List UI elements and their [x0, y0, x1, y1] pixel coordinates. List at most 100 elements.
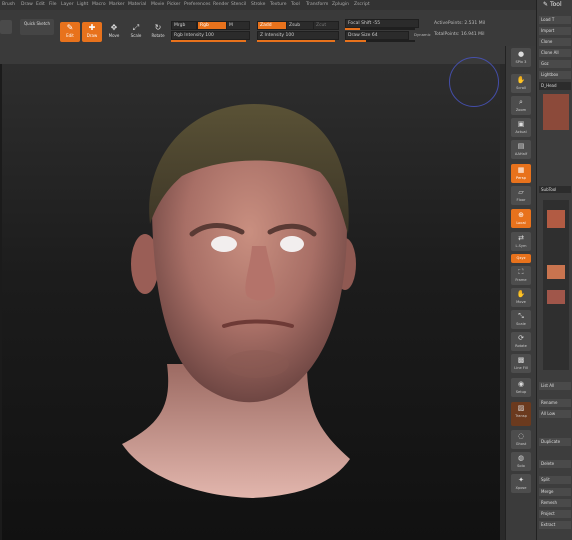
menu-bar: Brush Draw Edit File Layer Light Macro M…	[0, 0, 540, 10]
menu-movie[interactable]: Movie	[151, 2, 164, 7]
actual-button[interactable]: ▣ Actual	[511, 118, 531, 137]
draw-size-slider[interactable]: Draw Size 64	[345, 31, 409, 40]
merge-button[interactable]: Merge	[539, 488, 571, 496]
draw-size-track[interactable]	[345, 40, 415, 42]
quick-sketch-button[interactable]: Quick Sketch	[20, 19, 54, 35]
sculpted-head-model[interactable]	[2, 64, 500, 540]
current-tool-name[interactable]: D_Head	[539, 82, 571, 90]
menu-edit[interactable]: Edit	[36, 2, 45, 7]
solo-button[interactable]: ◍ Solo	[511, 452, 531, 471]
split-button[interactable]: Split	[539, 476, 571, 484]
rotate-icon: ↻	[154, 23, 162, 32]
menu-render[interactable]: Render	[213, 2, 229, 7]
local-button[interactable]: ⊕ Local	[511, 209, 531, 228]
draw-button[interactable]: ✚ Draw	[82, 22, 102, 42]
persp-button[interactable]: ▦ Persp	[511, 164, 531, 183]
actual-icon: ▣	[517, 120, 525, 128]
zcut-toggle[interactable]: Zcut	[313, 21, 339, 30]
project-button[interactable]: Project	[539, 510, 571, 518]
rotate-button[interactable]: ↻ Rotate	[148, 22, 168, 42]
subtool-thumb[interactable]	[547, 290, 565, 304]
menu-macro[interactable]: Macro	[92, 2, 106, 7]
menu-light[interactable]: Light	[77, 2, 88, 7]
menu-material[interactable]: Material	[128, 2, 146, 7]
move-view-button[interactable]: ✋ Move	[511, 288, 531, 307]
scale-button[interactable]: ⤢ Scale	[126, 22, 146, 42]
all-low-button[interactable]: All Low	[539, 410, 571, 418]
transp-button[interactable]: ▨ Transp	[511, 402, 531, 426]
lsym-button[interactable]: ⇄ L.Sym	[511, 232, 531, 251]
tool-thumbnail[interactable]	[543, 94, 569, 130]
navigation-ring[interactable]	[449, 57, 499, 107]
rgb-intensity-track[interactable]	[171, 40, 246, 42]
subtool-header[interactable]: SubTool	[539, 186, 571, 193]
subtool-list[interactable]	[543, 200, 569, 370]
remesh-button[interactable]: Remesh	[539, 499, 571, 507]
m-toggle[interactable]: M	[226, 21, 250, 30]
floor-icon: ▱	[518, 188, 524, 196]
clone-button[interactable]: Clone	[539, 38, 571, 46]
list-all-button[interactable]: List All	[539, 382, 571, 390]
menu-marker[interactable]: Marker	[109, 2, 125, 7]
menu-stroke[interactable]: Stroke	[251, 2, 265, 7]
menu-file[interactable]: File	[49, 2, 57, 7]
menu-draw[interactable]: Draw	[21, 2, 33, 7]
menu-texture[interactable]: Texture	[270, 2, 286, 7]
zoom-button[interactable]: ⌕ Zoom	[511, 96, 531, 115]
lightbox-button[interactable]: Lightbox	[539, 71, 571, 79]
rgb-intensity-slider[interactable]: Rgb Intensity 100	[171, 31, 250, 40]
menu-zscript[interactable]: Zscript	[354, 2, 370, 7]
ghost-button[interactable]: ◌ Ghost	[511, 430, 531, 449]
subtool-thumb[interactable]	[547, 210, 565, 228]
frame-button[interactable]: ⛶ Frame	[511, 266, 531, 285]
z-intensity-track[interactable]	[257, 40, 335, 42]
menu-tool[interactable]: Tool	[291, 2, 300, 7]
focal-shift-slider[interactable]: Focal Shift -55	[345, 19, 419, 28]
xyz-button[interactable]: Qxyz	[511, 254, 531, 263]
linefill-icon: ▩	[517, 356, 525, 364]
menu-brush[interactable]: Brush	[2, 2, 15, 7]
rotate-label: Rotate	[151, 33, 165, 38]
toolbar-left-stub[interactable]	[0, 20, 12, 34]
menu-transform[interactable]: Transform	[306, 2, 328, 7]
clone-all-button[interactable]: Clone All	[539, 49, 571, 57]
edit-button[interactable]: ✎ Edit	[60, 22, 80, 42]
goz-button[interactable]: Goz	[539, 60, 571, 68]
scale-view-button[interactable]: ⤡ Scale	[511, 310, 531, 329]
spix-button[interactable]: ● SPix 3	[511, 48, 531, 67]
document-canvas[interactable]	[2, 64, 500, 540]
subtool-thumb[interactable]	[547, 265, 565, 279]
focal-shift-fill	[345, 28, 361, 30]
duplicate-button[interactable]: Duplicate	[539, 438, 571, 446]
scale-label: Scale	[130, 33, 142, 38]
move-button[interactable]: ✥ Move	[104, 22, 124, 42]
scroll-icon: ✋	[516, 76, 526, 84]
scale-icon: ⤢	[132, 23, 140, 32]
delete-button[interactable]: Delete	[539, 460, 571, 468]
load-tool-button[interactable]: Load T	[539, 16, 571, 24]
focal-shift-track[interactable]	[345, 28, 415, 30]
import-button[interactable]: Import	[539, 27, 571, 35]
rgb-toggle[interactable]: Rgb	[197, 21, 227, 30]
aahalf-button[interactable]: ▤ AAHalf	[511, 140, 531, 159]
menu-zplugin[interactable]: Zplugin	[332, 2, 349, 7]
rotate-view-button[interactable]: ⟳ Rotate	[511, 332, 531, 351]
rename-button[interactable]: Rename	[539, 399, 571, 407]
menu-picker[interactable]: Picker	[167, 2, 180, 7]
floor-button[interactable]: ▱ Floor	[511, 186, 531, 205]
setup-button[interactable]: ◉ Setup	[511, 378, 531, 397]
z-intensity-slider[interactable]: Z Intensity 100	[257, 31, 339, 40]
mrgb-toggle[interactable]: Mrgb	[171, 21, 197, 30]
menu-layer[interactable]: Layer	[61, 2, 74, 7]
scroll-button[interactable]: ✋ Scroll	[511, 74, 531, 93]
linefill-button[interactable]: ▩ Line Fill	[511, 354, 531, 373]
dynamic-toggle[interactable]: Dynamic	[414, 32, 431, 37]
menu-preferences[interactable]: Preferences	[184, 2, 210, 7]
zadd-toggle[interactable]: Zadd	[257, 21, 287, 30]
extract-button[interactable]: Extract	[539, 521, 571, 529]
zsub-toggle[interactable]: Zsub	[286, 21, 314, 30]
menu-stencil[interactable]: Stencil	[231, 2, 246, 7]
xpose-button[interactable]: ✦ Xpose	[511, 474, 531, 493]
move-label: Move	[108, 33, 120, 38]
top-toolbar: Quick Sketch ✎ Edit ✚ Draw ✥ Move ⤢ Scal…	[0, 10, 540, 47]
